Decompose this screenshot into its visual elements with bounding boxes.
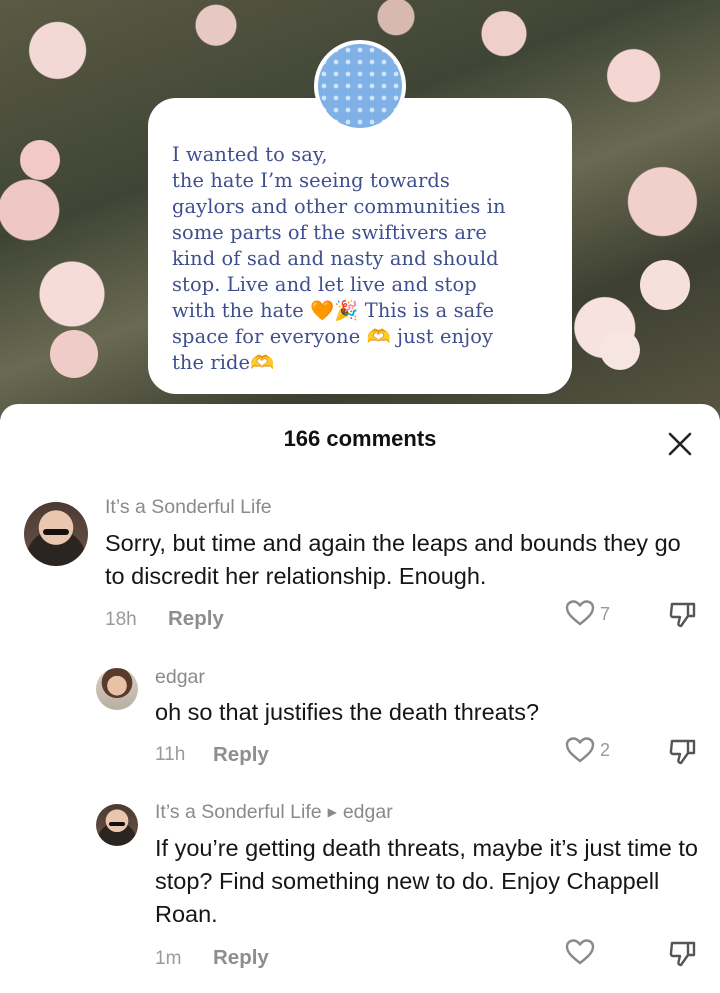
- reply-button[interactable]: Reply: [168, 607, 224, 631]
- dislike-icon[interactable]: [668, 736, 698, 766]
- heart-icon[interactable]: [565, 599, 595, 627]
- post-text-card: I wanted to say, the hate I’m seeing tow…: [148, 98, 572, 394]
- comment-username[interactable]: It’s a Sonderful Life: [155, 801, 322, 823]
- post-line: gaylors and other communities in: [172, 195, 506, 218]
- avatar[interactable]: [96, 804, 138, 846]
- flower-decoration: [600, 330, 640, 370]
- comment-username[interactable]: It’s a Sonderful Life: [105, 496, 272, 519]
- comments-count-title: 166 comments: [283, 426, 437, 451]
- avatar[interactable]: [96, 668, 138, 710]
- comment-time: 11h: [155, 744, 186, 765]
- post-line: the ride🫶: [172, 351, 275, 374]
- like-count: 7: [600, 604, 611, 624]
- avatar[interactable]: [24, 502, 88, 566]
- post-line: stop. Live and let live and stop: [172, 273, 477, 296]
- flower-decoration: [20, 140, 60, 180]
- comment-username-line: It’s a Sonderful Life ▶ edgar: [155, 801, 393, 824]
- close-icon[interactable]: [664, 428, 696, 460]
- heart-icon[interactable]: [565, 736, 595, 764]
- comment-time: 1m: [155, 948, 182, 969]
- comment-time: 18h: [105, 609, 137, 630]
- flower-decoration: [640, 260, 690, 310]
- post-line: the hate I’m seeing towards: [172, 169, 450, 192]
- comment-text: oh so that justifies the death threats?: [155, 699, 540, 725]
- dislike-icon[interactable]: [668, 599, 698, 629]
- post-line: space for everyone 🫶 just enjoy: [172, 325, 494, 348]
- post-line: kind of sad and nasty and should: [172, 247, 499, 270]
- reply-button[interactable]: Reply: [213, 946, 269, 970]
- flower-decoration: [50, 330, 98, 378]
- reply-arrow-icon: ▶: [327, 805, 337, 819]
- post-line: with the hate 🧡🎉 This is a safe: [172, 299, 495, 322]
- like-count: 2: [600, 740, 611, 760]
- post-line: I wanted to say,: [172, 143, 328, 166]
- reply-to-username[interactable]: edgar: [343, 801, 393, 823]
- dislike-icon[interactable]: [668, 938, 698, 968]
- comment-text: If you’re getting death threats, maybe i…: [155, 835, 698, 927]
- heart-icon[interactable]: [565, 938, 595, 966]
- post-line: some parts of the swiftivers are: [172, 221, 487, 244]
- comment-username[interactable]: edgar: [155, 666, 205, 689]
- comment-text: Sorry, but time and again the leaps and …: [105, 530, 681, 589]
- reply-button[interactable]: Reply: [213, 743, 269, 767]
- polka-dot-badge-icon: [314, 40, 406, 132]
- comments-sheet: 166 comments It’s a Sonderful Life Sorry…: [0, 404, 720, 993]
